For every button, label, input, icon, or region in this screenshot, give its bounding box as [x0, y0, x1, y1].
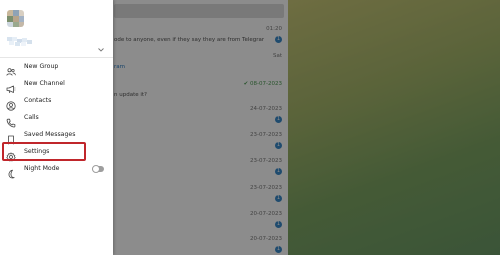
menu-item-label: Saved Messages	[24, 131, 76, 138]
contact-icon	[6, 96, 16, 111]
menu-item-contacts[interactable]: Contacts	[0, 93, 113, 111]
menu-item-calls[interactable]: Calls	[0, 110, 113, 128]
menu-item-label: Contacts	[24, 97, 52, 104]
menu-item-label: Calls	[24, 114, 39, 121]
avatar[interactable]	[7, 10, 24, 27]
account-name-blurred	[7, 37, 37, 46]
menu-item-label: Night Mode	[24, 165, 60, 172]
chevron-down-icon[interactable]	[97, 39, 105, 52]
bookmark-icon	[6, 130, 16, 145]
menu-item-label: New Channel	[24, 80, 65, 87]
side-drawer: New Group New Channel Contacts Calls Sav…	[0, 0, 113, 255]
megaphone-icon	[6, 79, 16, 94]
menu-item-label: New Group	[24, 63, 59, 70]
people-icon	[6, 62, 16, 76]
moon-icon	[6, 164, 16, 179]
menu-item-new-group[interactable]: New Group	[0, 59, 113, 76]
phone-icon	[6, 113, 16, 128]
night-mode-toggle[interactable]	[92, 165, 104, 173]
menu-item-new-channel[interactable]: New Channel	[0, 76, 113, 94]
divider	[0, 57, 113, 58]
settings-highlight-annotation	[2, 142, 86, 161]
toggle-knob	[92, 165, 100, 173]
